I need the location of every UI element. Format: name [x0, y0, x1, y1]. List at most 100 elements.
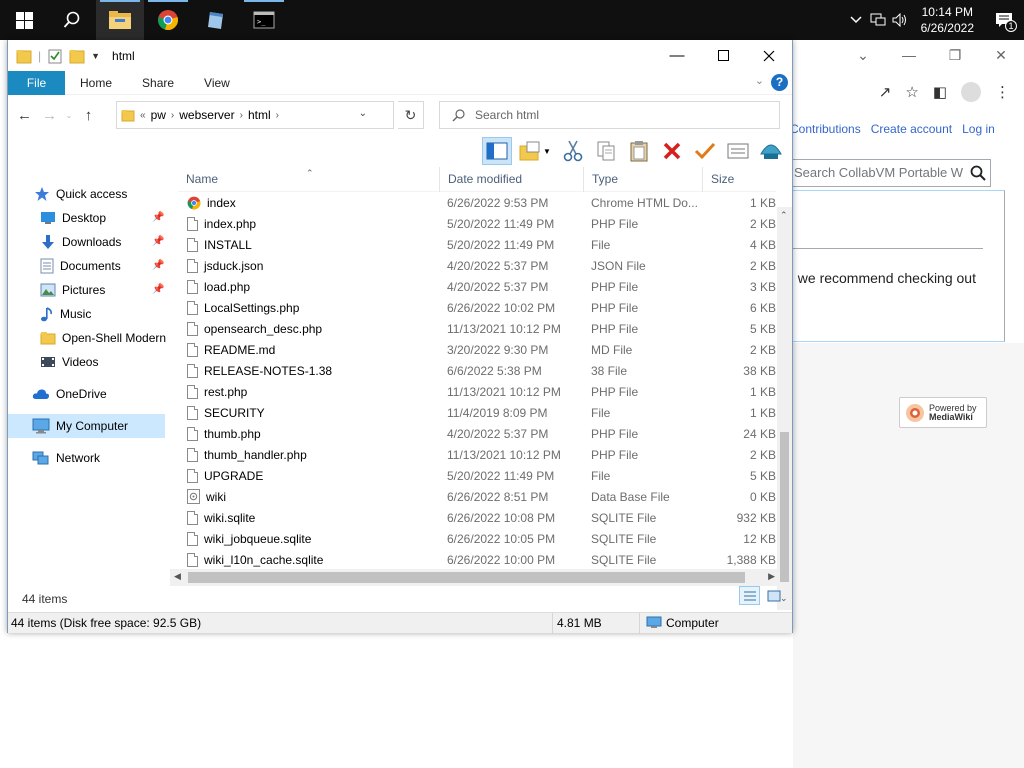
delete-button[interactable] — [657, 137, 687, 165]
navigation-pane-button[interactable] — [482, 137, 512, 165]
horizontal-scroll-thumb[interactable] — [188, 572, 745, 583]
network-icon[interactable] — [867, 0, 889, 40]
breadcrumb-webserver[interactable]: webserver — [179, 108, 234, 122]
chevron-right-icon[interactable]: › — [171, 110, 174, 121]
nav-my-computer[interactable]: My Computer — [8, 414, 165, 438]
copy-button[interactable] — [591, 137, 621, 165]
pin-icon[interactable]: 📌 — [152, 236, 164, 247]
rename-button[interactable] — [690, 137, 720, 165]
create-account-link[interactable]: Create account — [871, 122, 952, 136]
address-overflow[interactable]: « — [140, 110, 146, 121]
nav-videos[interactable]: Videos — [40, 350, 98, 374]
table-row[interactable]: rest.php 11/13/2021 10:12 PM PHP File 1 KB — [178, 381, 776, 402]
clock[interactable]: 10:14 PM 6/26/2022 — [911, 4, 984, 36]
details-view-button[interactable] — [739, 586, 760, 605]
table-row[interactable]: LocalSettings.php 6/26/2022 10:02 PM PHP F… — [178, 297, 776, 318]
file-name-cell[interactable]: load.php — [178, 279, 440, 294]
file-name-cell[interactable]: INSTALL — [178, 237, 440, 252]
scroll-up-icon[interactable]: ⌃ — [780, 210, 788, 221]
new-folder-icon[interactable] — [69, 48, 85, 64]
expand-ribbon-icon[interactable]: ⌄ — [755, 74, 764, 87]
file-name-cell[interactable]: index.php — [178, 216, 440, 231]
contributions-link[interactable]: Contributions — [790, 122, 861, 136]
file-name-cell[interactable]: LocalSettings.php — [178, 300, 440, 315]
scroll-left-icon[interactable]: ◀ — [174, 571, 181, 582]
side-panel-icon[interactable]: ◧ — [933, 83, 947, 101]
nav-onedrive[interactable]: OneDrive — [32, 382, 107, 406]
file-name-cell[interactable]: UPGRADE — [178, 468, 440, 483]
table-row[interactable]: INSTALL 5/20/2022 11:49 PM File 4 KB — [178, 234, 776, 255]
restore-icon[interactable]: ❐ — [932, 47, 978, 64]
address-dropdown-icon[interactable]: ⌄ — [359, 108, 367, 119]
table-row[interactable]: SECURITY 11/4/2019 8:09 PM File 1 KB — [178, 402, 776, 423]
large-icons-view-button[interactable] — [763, 586, 784, 605]
minimize-icon[interactable]: — — [886, 47, 932, 63]
start-button[interactable] — [0, 0, 48, 40]
paste-button[interactable] — [624, 137, 654, 165]
table-row[interactable]: thumb.php 4/20/2022 5:37 PM PHP File 24 KB — [178, 423, 776, 444]
table-row[interactable]: wiki 6/26/2022 8:51 PM Data Base File 0 KB — [178, 486, 776, 507]
pin-icon[interactable]: 📌 — [152, 212, 164, 223]
file-name-cell[interactable]: RELEASE-NOTES-1.38 — [178, 363, 440, 378]
nav-quick-access[interactable]: Quick access — [34, 182, 127, 206]
file-name-cell[interactable]: rest.php — [178, 384, 440, 399]
search-button[interactable] — [48, 0, 96, 40]
breadcrumb-pw[interactable]: pw — [151, 108, 166, 122]
search-icon[interactable] — [970, 164, 986, 186]
table-row[interactable]: wiki.sqlite 6/26/2022 10:08 PM SQLITE File… — [178, 507, 776, 528]
horizontal-scrollbar[interactable]: ◀ ▶ — [170, 569, 777, 586]
column-size[interactable]: Size — [703, 167, 776, 192]
back-button[interactable]: ← — [12, 100, 37, 130]
nav-pictures[interactable]: Pictures 📌 — [40, 278, 173, 302]
scroll-right-icon[interactable]: ▶ — [768, 571, 775, 582]
new-folder-button[interactable]: ▼ — [515, 137, 555, 165]
column-name[interactable]: ⌃ Name — [178, 167, 440, 192]
powered-by-mediawiki-badge[interactable]: Powered by MediaWiki — [899, 397, 987, 428]
table-row[interactable]: RELEASE-NOTES-1.38 6/6/2022 5:38 PM 38 Fil… — [178, 360, 776, 381]
wiki-search-input[interactable]: Search CollabVM Portable W — [789, 159, 991, 187]
table-row[interactable]: UPGRADE 5/20/2022 11:49 PM File 5 KB — [178, 465, 776, 486]
table-row[interactable]: README.md 3/20/2022 9:30 PM MD File 2 KB — [178, 339, 776, 360]
file-name-cell[interactable]: wiki — [178, 489, 440, 504]
chevron-right-icon[interactable]: › — [276, 110, 279, 121]
file-name-cell[interactable]: jsduck.json — [178, 258, 440, 273]
nav-documents[interactable]: Documents 📌 — [40, 254, 173, 278]
chrome-taskbar-button[interactable] — [144, 0, 192, 40]
maximize-button[interactable] — [700, 40, 746, 71]
chevron-down-icon[interactable]: ⌄ — [840, 47, 886, 64]
nav-network[interactable]: Network — [32, 446, 100, 470]
help-icon[interactable]: ? — [771, 74, 788, 91]
table-row[interactable]: load.php 4/20/2022 5:37 PM PHP File 3 KB — [178, 276, 776, 297]
file-name-cell[interactable]: SECURITY — [178, 405, 440, 420]
forward-button[interactable]: → — [37, 100, 62, 130]
file-name-cell[interactable]: thumb_handler.php — [178, 447, 440, 462]
file-name-cell[interactable]: index — [178, 196, 440, 210]
volume-icon[interactable] — [889, 0, 911, 40]
pin-icon[interactable]: 📌 — [152, 260, 164, 271]
breadcrumb-html[interactable]: html — [248, 108, 271, 122]
nav-downloads[interactable]: Downloads 📌 — [40, 230, 173, 254]
file-name-cell[interactable]: wiki_jobqueue.sqlite — [178, 531, 440, 546]
tab-home[interactable]: Home — [65, 71, 127, 95]
table-row[interactable]: thumb_handler.php 11/13/2021 10:12 PM PHP … — [178, 444, 776, 465]
notepad-taskbar-button[interactable] — [192, 0, 240, 40]
chevron-up-icon[interactable] — [845, 0, 867, 40]
table-row[interactable]: index 6/26/2022 9:53 PM Chrome HTML Do... 1… — [178, 192, 776, 213]
qat-dropdown-icon[interactable]: ▼ — [91, 51, 100, 61]
nav-open-shell[interactable]: Open-Shell Modern — [40, 326, 173, 350]
file-name-cell[interactable]: README.md — [178, 342, 440, 357]
properties-icon[interactable] — [47, 48, 63, 64]
recent-locations-icon[interactable]: ⌄ — [62, 100, 76, 130]
nav-music[interactable]: Music — [40, 302, 91, 326]
file-name-cell[interactable]: thumb.php — [178, 426, 440, 441]
column-type[interactable]: Type — [584, 167, 703, 192]
refresh-button[interactable]: ↻ — [398, 101, 424, 129]
close-button[interactable] — [746, 40, 792, 71]
tab-file[interactable]: File — [8, 70, 65, 95]
pin-icon[interactable]: 📌 — [152, 284, 164, 295]
terminal-taskbar-button[interactable]: >_ — [240, 0, 288, 40]
file-explorer-taskbar-button[interactable] — [96, 0, 144, 40]
tab-view[interactable]: View — [189, 71, 245, 95]
vertical-scroll-thumb[interactable] — [780, 432, 789, 582]
chevron-right-icon[interactable]: › — [240, 110, 243, 121]
